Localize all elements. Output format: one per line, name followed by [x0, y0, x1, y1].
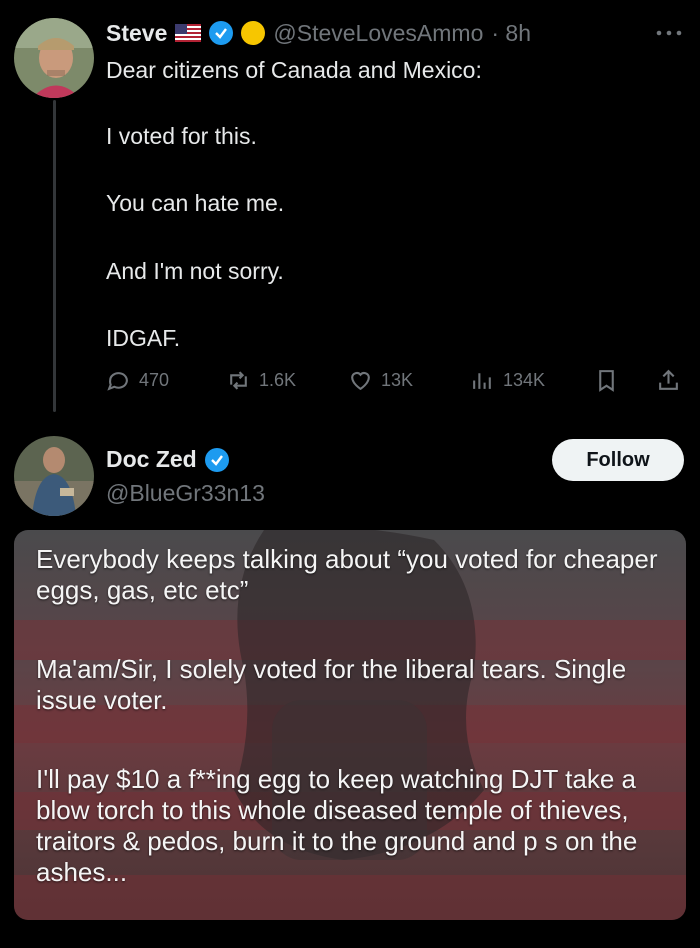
- like-count: 13K: [381, 370, 414, 390]
- tweet2-handle[interactable]: @BlueGr33n13: [106, 480, 265, 507]
- avatar-steve[interactable]: [14, 18, 94, 98]
- retweet-icon: [230, 371, 247, 390]
- share-icon: [659, 369, 678, 390]
- tweet1-line-1: Dear citizens of Canada and Mexico:: [106, 57, 482, 83]
- tweet1-header: Steve @SteveLovesAmmo · 8h: [106, 18, 531, 48]
- tweet1-handle[interactable]: @SteveLovesAmmo: [273, 20, 483, 47]
- reply-icon: [107, 372, 128, 391]
- retweet-button[interactable]: 1.6K: [226, 368, 296, 393]
- media-paragraph-2: Ma'am/Sir, I solely voted for the libera…: [36, 654, 627, 715]
- reply-count: 470: [139, 370, 170, 390]
- more-dots-icon[interactable]: [654, 26, 684, 38]
- verified-badge-icon: [209, 21, 234, 45]
- tweet1-line-5: IDGAF.: [106, 325, 181, 351]
- like-button[interactable]: 13K: [348, 368, 413, 393]
- emoji-circle-icon: [241, 21, 266, 45]
- views-chart-icon: [473, 373, 491, 389]
- avatar-doc-zed[interactable]: [14, 436, 94, 516]
- bookmark-icon: [599, 370, 614, 392]
- tweet1-author-name[interactable]: Steve: [106, 20, 167, 47]
- views-count: 134K: [503, 370, 546, 390]
- tweet2-media-image[interactable]: Everybody keeps talking about “you voted…: [14, 530, 686, 920]
- media-paragraph-3: I'll pay $10 a f**ing egg to keep watchi…: [36, 764, 638, 887]
- follow-button[interactable]: Follow: [552, 439, 684, 481]
- thread-connector-line: [53, 100, 56, 412]
- tweet1-timestamp[interactable]: · 8h: [491, 20, 531, 47]
- reply-button[interactable]: 470: [106, 368, 169, 393]
- tweet1-line-4: And I'm not sorry.: [106, 258, 284, 284]
- retweet-count: 1.6K: [259, 370, 297, 390]
- media-paragraph-1: Everybody keeps talking about “you voted…: [36, 544, 658, 605]
- share-button[interactable]: [656, 368, 681, 393]
- tweet2-author-name[interactable]: Doc Zed: [106, 446, 197, 473]
- tweet1-line-3: You can hate me.: [106, 190, 285, 216]
- verified-badge-icon: [204, 447, 229, 472]
- bookmark-button[interactable]: [594, 368, 619, 393]
- heart-icon: [351, 372, 370, 391]
- tweet2-header: Doc Zed: [106, 446, 229, 473]
- views-button[interactable]: 134K: [470, 368, 545, 393]
- tweet1-line-2: I voted for this.: [106, 123, 257, 149]
- us-flag-icon: [175, 24, 202, 42]
